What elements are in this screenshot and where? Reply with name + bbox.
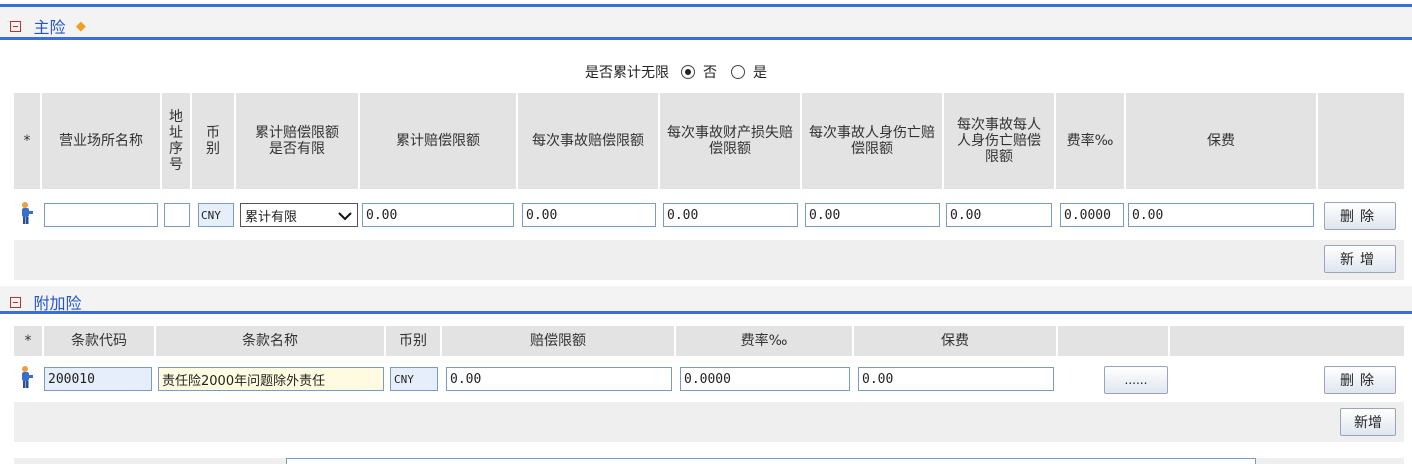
addl-premium-input[interactable]: 0.00 (858, 367, 1054, 391)
per-accident-input[interactable]: 0.00 (522, 203, 656, 227)
per-property-input[interactable]: 0.00 (663, 203, 798, 227)
per-injury-input[interactable]: 0.00 (805, 203, 940, 227)
addl-header-star: * (14, 326, 44, 356)
header-star: * (14, 93, 42, 189)
addl-header-actions (1170, 326, 1404, 356)
addl-limit-input[interactable]: 0.00 (446, 367, 672, 391)
rate-input[interactable]: 0.0000 (1060, 203, 1124, 227)
required-marker-icon: ◆ (75, 18, 86, 34)
header-cum-limit: 累计赔偿限额 (360, 93, 518, 189)
per-person-input[interactable]: 0.00 (946, 203, 1052, 227)
header-rate: 费率‰ (1056, 93, 1126, 189)
collapse-icon[interactable] (10, 20, 21, 32)
header-per-injury: 每次事故人身伤亡赔偿限额 (802, 93, 944, 189)
addl-header-clause-name: 条款名称 (156, 326, 386, 356)
clause-code-input[interactable]: 200010 (44, 367, 152, 391)
radio-no[interactable] (681, 65, 695, 79)
person-icon (20, 201, 36, 229)
collapse-icon[interactable] (10, 296, 21, 308)
radio-yes[interactable] (731, 65, 745, 79)
addl-header-premium: 保费 (854, 326, 1058, 356)
header-currency: 币别 (192, 93, 236, 189)
addl-add-row (14, 402, 1404, 442)
addl-section-title[interactable]: 附加险 (33, 294, 81, 313)
addl-rate-input[interactable]: 0.0000 (680, 367, 850, 391)
bottom-textarea[interactable] (286, 458, 1256, 464)
addl-add-button[interactable]: 新增 (1340, 408, 1396, 436)
radio-yes-label: 是 (753, 65, 767, 81)
cum-limit-input[interactable]: 0.00 (362, 203, 514, 227)
currency-field[interactable]: CNY (198, 203, 234, 227)
cumulative-unlimited-group: 是否累计无限 否 是 (585, 60, 767, 84)
main-delete-button[interactable]: 删除 (1324, 202, 1396, 230)
header-cum-limit-flag: 累计赔偿限额是否有限 (236, 93, 360, 189)
cum-limit-flag-select[interactable]: 累计有限 (240, 203, 358, 227)
addl-delete-button[interactable]: 删除 (1324, 366, 1396, 394)
addl-currency-field[interactable]: CNY (390, 367, 438, 391)
person-icon (20, 365, 36, 393)
radio-no-label: 否 (703, 65, 717, 81)
header-actions (1318, 93, 1404, 189)
main-section-header: 主险 ◆ (0, 4, 1412, 40)
main-add-button[interactable]: 新增 (1324, 245, 1396, 273)
addl-header-currency: 币别 (386, 326, 442, 356)
address-seq-input[interactable] (164, 203, 190, 227)
addl-header-more (1058, 326, 1170, 356)
header-place-name: 营业场所名称 (42, 93, 162, 189)
cum-limit-flag-value: 累计有限 (245, 209, 298, 225)
addl-header-limit: 赔偿限额 (442, 326, 676, 356)
header-per-accident: 每次事故赔偿限额 (518, 93, 660, 189)
addl-header-rate: 费率‰ (676, 326, 854, 356)
premium-input[interactable]: 0.00 (1128, 203, 1314, 227)
header-per-person: 每次事故每人人身伤亡赔偿限额 (944, 93, 1056, 189)
header-address-seq: 地址序号 (162, 93, 192, 189)
chevron-down-icon (338, 212, 352, 221)
main-section-title[interactable]: 主险 (33, 18, 65, 37)
header-per-property: 每次事故财产损失赔偿限额 (660, 93, 802, 189)
clause-name-field[interactable]: 责任险2000年问题除外责任 (158, 367, 384, 391)
cumulative-unlimited-label: 是否累计无限 (585, 65, 669, 81)
main-add-row (14, 240, 1404, 280)
header-premium: 保费 (1126, 93, 1318, 189)
place-name-input[interactable] (44, 203, 158, 227)
addl-header-clause-code: 条款代码 (44, 326, 156, 356)
addl-section-header: 附加险 (0, 286, 1412, 314)
more-button[interactable]: ...... (1104, 366, 1168, 394)
